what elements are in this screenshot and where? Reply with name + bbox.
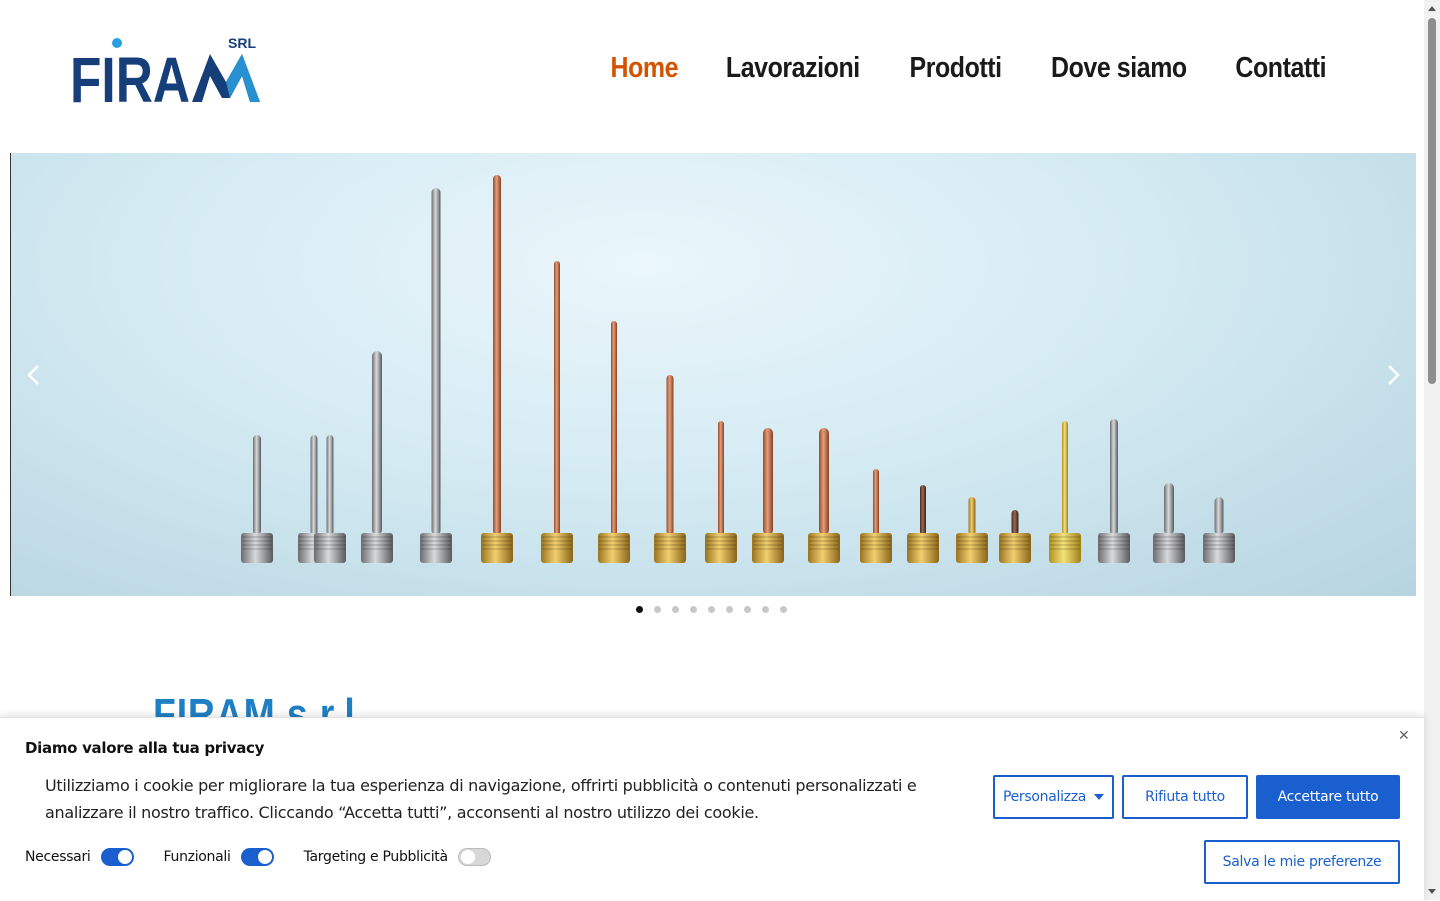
scroll-down-icon[interactable] xyxy=(1428,889,1436,894)
slider-dot[interactable] xyxy=(726,606,733,613)
slider-dot[interactable] xyxy=(762,606,769,613)
cookie-description: Utilizziamo i cookie per migliorare la t… xyxy=(45,776,917,822)
toggle-label: Targeting e Pubblicità xyxy=(303,849,448,865)
svg-text:SRL: SRL xyxy=(228,35,256,51)
funzionali-switch[interactable] xyxy=(240,848,274,866)
cookie-title: Diamo valore alla tua privacy xyxy=(25,739,265,757)
slider-dot[interactable] xyxy=(780,606,787,613)
nav-contatti[interactable]: Contatti xyxy=(1236,52,1327,85)
nav-prodotti[interactable]: Prodotti xyxy=(909,52,1002,85)
page-scrollbar[interactable] xyxy=(1424,0,1440,900)
toggle-funzionali: Funzionali xyxy=(164,848,274,866)
svg-text:FIRA: FIRA xyxy=(70,44,190,108)
slider-dot[interactable] xyxy=(690,606,697,613)
save-preferences-button[interactable]: Salva le mie preferenze xyxy=(1204,840,1400,884)
necessari-switch[interactable] xyxy=(100,848,134,866)
product-thermowells-image xyxy=(241,175,1235,563)
firam-logo[interactable]: SRL FIRA xyxy=(70,32,262,116)
cookie-banner: Diamo valore alla tua privacy ✕ Utilizzi… xyxy=(0,717,1424,901)
slider-dot[interactable] xyxy=(654,606,661,613)
slider-pagination xyxy=(636,606,787,613)
reject-all-button[interactable]: Rifiuta tutto xyxy=(1122,775,1248,819)
customize-button[interactable]: Personalizza xyxy=(993,775,1114,819)
slider-dot[interactable] xyxy=(636,606,643,613)
site-header: SRL FIRA Home Lavorazioni Prodotti Dove … xyxy=(0,0,1424,150)
scroll-thumb[interactable] xyxy=(1428,18,1436,384)
cookie-toggles: Necessari Funzionali Targeting e Pubblic… xyxy=(25,848,521,866)
toggle-label: Funzionali xyxy=(163,849,231,865)
slider-dot[interactable] xyxy=(708,606,715,613)
toggle-targeting: Targeting e Pubblicità xyxy=(304,848,491,866)
nav-dove-siamo[interactable]: Dove siamo xyxy=(1051,52,1187,85)
accept-all-button[interactable]: Accettare tutto xyxy=(1256,775,1400,819)
main-nav: Home Lavorazioni Prodotti Dove siamo Con… xyxy=(605,52,1334,85)
nav-home[interactable]: Home xyxy=(611,52,679,85)
hero-slider[interactable] xyxy=(10,153,1416,596)
slider-dot[interactable] xyxy=(744,606,751,613)
targeting-switch[interactable] xyxy=(457,848,491,866)
toggle-necessari: Necessari xyxy=(25,848,134,866)
customize-label: Personalizza xyxy=(1002,789,1087,805)
chevron-right-icon[interactable] xyxy=(1382,363,1404,387)
close-icon[interactable]: ✕ xyxy=(1398,728,1410,744)
caret-down-icon xyxy=(1094,794,1105,800)
nav-lavorazioni[interactable]: Lavorazioni xyxy=(726,52,860,85)
slider-dot[interactable] xyxy=(672,606,679,613)
toggle-label: Necessari xyxy=(25,849,91,865)
scroll-up-icon[interactable] xyxy=(1428,6,1436,11)
chevron-left-icon[interactable] xyxy=(23,363,45,387)
